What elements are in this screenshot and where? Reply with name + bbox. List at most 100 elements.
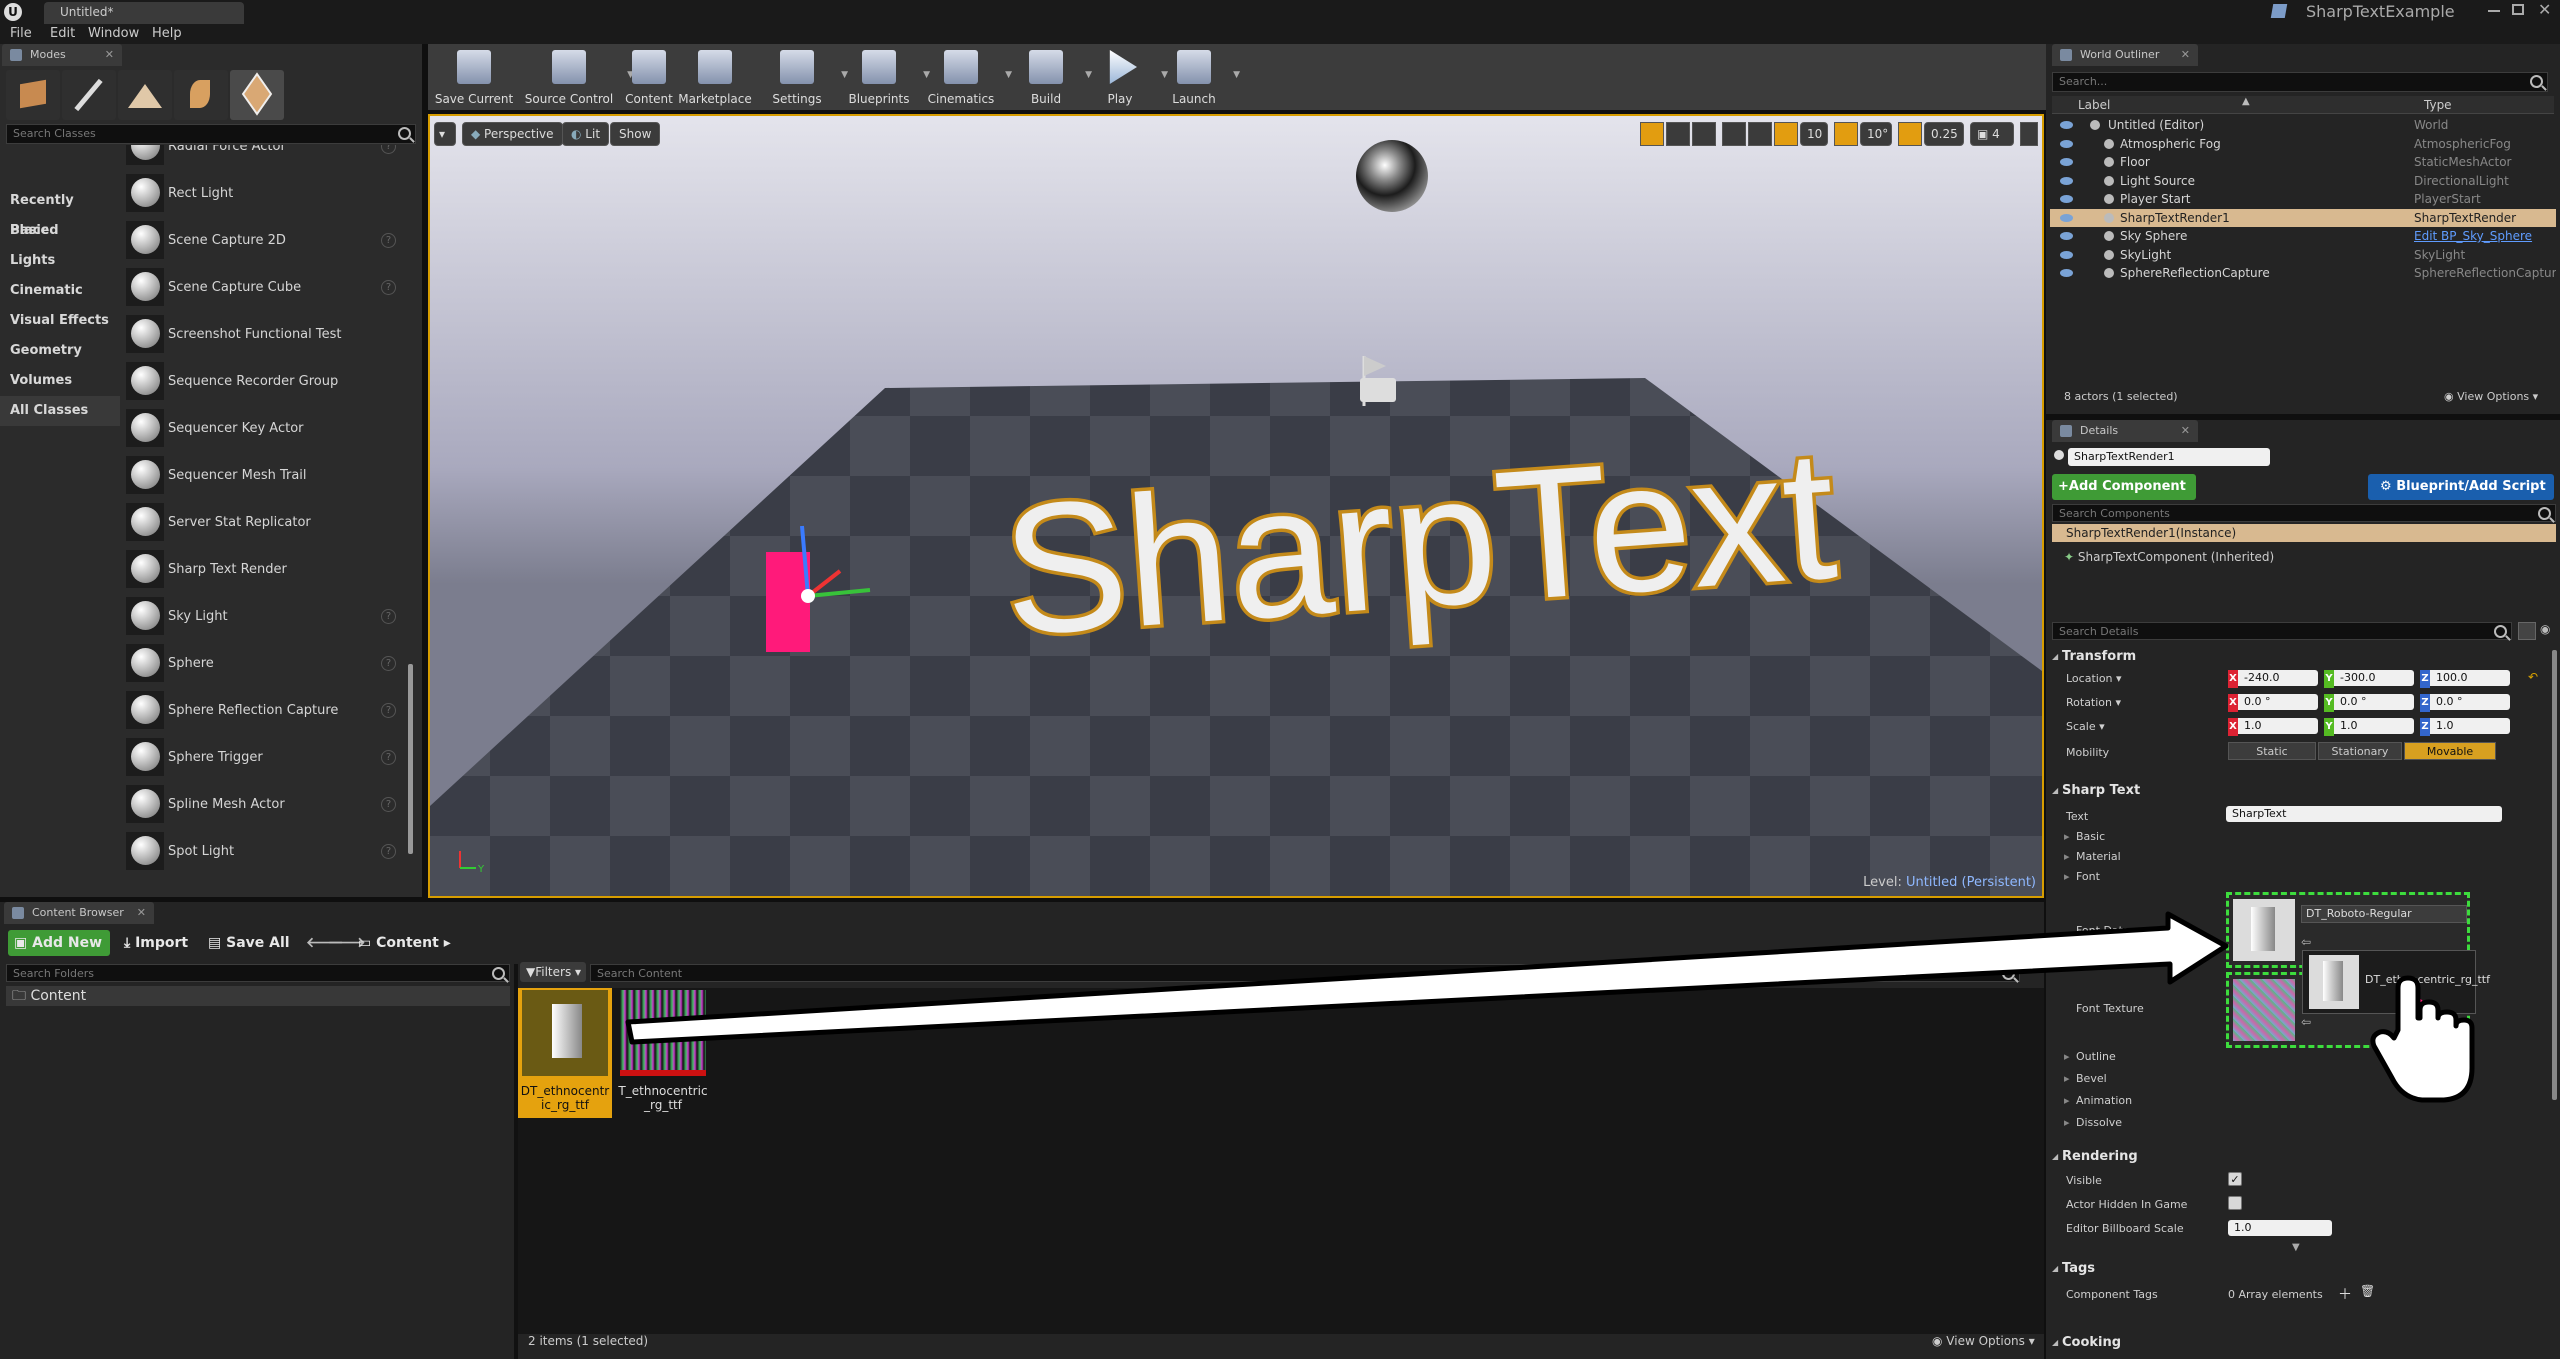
world-outliner-tab[interactable]: World Outliner ✕ (2052, 44, 2198, 66)
level-tab[interactable]: Untitled* (44, 2, 244, 24)
blueprints-button[interactable]: Blueprints ▼ (838, 44, 930, 110)
help-icon[interactable]: ? (381, 844, 396, 859)
category-all-classes[interactable]: All Classes (0, 396, 120, 426)
sharp-text-header[interactable]: Sharp Text (2050, 780, 2556, 802)
close-icon[interactable]: ✕ (105, 44, 114, 66)
lock-icon[interactable]: ⌐ (2016, 934, 2026, 948)
component-inherited-row[interactable]: ✦ SharpTextComponent (Inherited) (2064, 550, 2274, 564)
outliner-row[interactable]: SharpTextRender1 SharpTextRender (2050, 208, 2556, 227)
visible-checkbox[interactable]: ✓ (2228, 1172, 2242, 1186)
details-scrollbar[interactable] (2552, 650, 2557, 1100)
category-recently-placed[interactable]: Recently Placed (0, 186, 120, 238)
paint-mode-icon[interactable] (62, 70, 116, 120)
grid-snap-icon[interactable] (1774, 122, 1798, 146)
actor-item[interactable]: Screenshot Functional Test (126, 311, 406, 358)
dropdown-arrow-icon[interactable]: ▼ (1233, 70, 1240, 80)
actor-item[interactable]: Sharp Text Render (126, 546, 406, 593)
build-button[interactable]: Build ▼ (1010, 44, 1092, 110)
landscape-mode-icon[interactable] (118, 70, 172, 120)
grid-snap-value[interactable]: 10 (1800, 122, 1828, 146)
menu-help[interactable]: Help (152, 24, 182, 44)
show-button[interactable]: Show (610, 122, 661, 146)
menu-edit[interactable]: Edit (50, 24, 75, 44)
world-local-icon[interactable] (1722, 122, 1746, 146)
scale-x-field[interactable]: 1.0 (2238, 718, 2318, 734)
outliner-row[interactable]: SphereReflectionCapture SphereReflectionC… (2050, 264, 2556, 282)
use-selected-icon[interactable]: ⇦ (2301, 935, 2311, 949)
place-mode-icon[interactable] (6, 70, 60, 120)
level-viewport[interactable]: SharpText Y ▾ ◆ Perspective ◐ Lit Show 1… (428, 114, 2044, 898)
save-all-button[interactable]: ▤ Save All (208, 930, 290, 956)
close-icon[interactable]: ✕ (137, 902, 146, 924)
foliage-mode-icon[interactable] (174, 70, 228, 120)
type-column-header[interactable]: Type (2424, 98, 2452, 112)
visibility-eye-icon[interactable] (2060, 213, 2073, 222)
search-details-input[interactable]: Search Details (2052, 622, 2512, 640)
transform-header[interactable]: Transform (2050, 646, 2556, 668)
label-column-header[interactable]: Label (2078, 98, 2110, 112)
content-view-options[interactable]: ◉ View Options ▾ (1932, 1334, 2035, 1348)
scale-y-field[interactable]: 1.0 (2334, 718, 2414, 734)
asset-tile[interactable]: DT_ethnocentric_rg_ttf (518, 988, 612, 1118)
help-icon[interactable]: ? (381, 797, 396, 812)
add-new-button[interactable]: ▣ Add New ▾ (8, 930, 110, 977)
location-z-field[interactable]: 100.0 (2430, 670, 2510, 686)
menu-file[interactable]: File (10, 24, 32, 44)
search-folders-input[interactable]: Search Folders (6, 964, 510, 982)
source-control-button[interactable]: Source Control ▼ (514, 44, 634, 110)
settings-button[interactable]: Settings ▼ (756, 44, 848, 110)
help-icon[interactable]: ? (381, 750, 396, 765)
visibility-eye-icon[interactable] (2060, 250, 2073, 259)
actor-item[interactable]: Scene Capture Cube? (126, 264, 406, 311)
trash-icon[interactable]: 🗑 (2360, 1284, 2375, 1298)
outliner-row[interactable]: Untitled (Editor) World (2050, 116, 2556, 134)
category-basic[interactable]: Basic (0, 216, 120, 246)
help-icon[interactable]: ? (381, 656, 396, 671)
outliner-row[interactable]: Player Start PlayerStart (2050, 190, 2556, 208)
location-x-field[interactable]: -240.0 (2238, 670, 2318, 686)
visibility-eye-icon[interactable] (2060, 269, 2073, 277)
help-icon[interactable]: ? (381, 609, 396, 624)
translate-tool-icon[interactable] (1640, 122, 1664, 146)
mobility-movable-button[interactable]: Movable (2404, 742, 2496, 760)
use-selected-icon[interactable]: ⇦ (2301, 1015, 2311, 1029)
rotation-x-field[interactable]: 0.0 ° (2238, 694, 2318, 710)
hidden-in-game-checkbox[interactable] (2228, 1196, 2242, 1210)
scale-tool-icon[interactable] (1692, 122, 1716, 146)
help-icon[interactable]: ? (381, 233, 396, 248)
surface-snap-icon[interactable] (1748, 122, 1772, 146)
outliner-row-type[interactable]: Edit BP_Sky_Sphere (2414, 227, 2532, 245)
save-current-button[interactable]: Save Current (434, 44, 514, 110)
visibility-eye-icon[interactable] (2060, 158, 2073, 166)
location-label[interactable]: Location ▾ (2066, 672, 2122, 685)
close-icon[interactable]: ✕ (2181, 420, 2190, 442)
cinematics-button[interactable]: Cinematics ▼ (920, 44, 1012, 110)
mobility-stationary-button[interactable]: Stationary (2318, 742, 2402, 760)
tags-header[interactable]: Tags (2050, 1258, 2556, 1280)
category-geometry[interactable]: Geometry (0, 336, 120, 366)
rotation-y-field[interactable]: 0.0 ° (2334, 694, 2414, 710)
blueprint-add-script-button[interactable]: ⚙ Blueprint/Add Script (2368, 474, 2554, 500)
category-volumes[interactable]: Volumes (0, 366, 120, 396)
rotation-snap-value[interactable]: 10° (1860, 122, 1892, 146)
actor-item[interactable]: Sky Light? (126, 593, 406, 640)
content-button[interactable]: Content (624, 44, 674, 110)
path-breadcrumb[interactable]: ▭ Content ▸ (358, 930, 451, 956)
minimize-button[interactable] (2488, 10, 2500, 12)
outliner-view-options[interactable]: ◉ View Options ▾ (2444, 390, 2538, 403)
font-data-combo[interactable]: DT_Roboto-Regular (2301, 905, 2467, 923)
content-browser-tab[interactable]: Content Browser ✕ (4, 902, 154, 924)
rendering-header[interactable]: Rendering (2050, 1146, 2556, 1168)
actor-item[interactable]: Spot Light? (126, 828, 406, 875)
rotate-tool-icon[interactable] (1666, 122, 1690, 146)
visibility-eye-icon[interactable] (2060, 232, 2073, 240)
scale-snap-icon[interactable] (1898, 122, 1922, 146)
scale-snap-value[interactable]: 0.25 (1924, 122, 1964, 146)
property-matrix-icon[interactable] (2518, 622, 2536, 640)
actor-list-scrollbar[interactable] (408, 664, 413, 854)
dissolve-section[interactable]: Dissolve (2064, 1116, 2122, 1129)
visibility-filter-icon[interactable]: ◉ (2540, 622, 2558, 640)
launch-button[interactable]: Launch ▼ (1158, 44, 1240, 110)
category-cinematic[interactable]: Cinematic (0, 276, 120, 306)
category-visual-effects[interactable]: Visual Effects (0, 306, 120, 336)
